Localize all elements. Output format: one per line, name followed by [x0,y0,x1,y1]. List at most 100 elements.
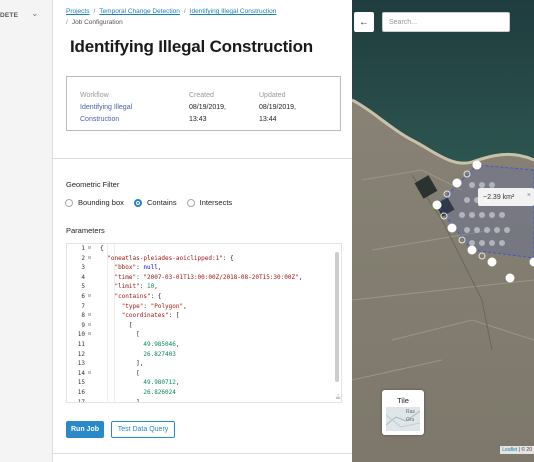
code-lines[interactable]: 1 ⊟{2 ⊟ "oneatlas-pleiades-aoiclipped:1": … [67,244,337,403]
code-line[interactable]: 15 49.980712, [67,378,337,388]
code-line[interactable]: 8 ⊟ "coordinates": [ [67,311,337,321]
section-divider [53,158,352,159]
code-text: 26.827403 [143,350,176,358]
radio-label: Bounding box [78,198,124,207]
code-text: [ [100,369,140,377]
created-header: Created [189,92,214,99]
code-text: 49.985046, [143,340,180,348]
code-line[interactable]: 10 ⊟ [ [67,330,337,340]
breadcrumb-workflow[interactable]: Identifying Illegal Construction [190,8,277,15]
fold-toggle-icon[interactable]: ⊟ [88,330,91,340]
code-line[interactable]: 16 26.826024 [67,388,337,398]
radio-dot[interactable] [186,198,195,207]
project-selector-label[interactable]: DETE [0,12,18,19]
line-number: 8 [81,312,85,320]
code-text: "limit": 10, [114,283,158,291]
code-line[interactable]: 12 26.827403 [67,350,337,360]
editor-scrollbar[interactable] [335,252,339,382]
fold-toggle-icon[interactable]: ⊟ [88,321,91,331]
line-number: 15 [77,379,85,387]
line-number: 4 [81,273,85,281]
thumb-text: Gru [406,417,415,423]
code-line[interactable]: 9 ⊟ [ [67,321,337,331]
fold-toggle-icon[interactable]: ⊟ [88,254,91,264]
tile-label: Tile [397,396,409,405]
satellite-imagery [352,0,534,462]
code-line[interactable]: 2 ⊟ "oneatlas-pleiades-aoiclipped:1": { [67,254,337,264]
line-number: 13 [77,360,85,368]
radio-intersects[interactable]: Intersects [186,198,233,207]
radio-dot[interactable] [65,198,73,207]
parameters-title: Parameters [66,226,105,235]
line-number: 5 [81,283,85,291]
workflow-link-line2[interactable]: Construction [80,114,132,126]
code-text: ], [100,360,144,368]
geometric-filter-options: Bounding box Contains Intersects [65,198,240,209]
code-line[interactable]: 17 ], [67,398,337,403]
area-value: ~2.39 km² [483,193,515,201]
parameters-json-editor[interactable]: 1 ⊟{2 ⊟ "oneatlas-pleiades-aoiclipped:1": … [66,243,342,403]
map-attribution: Leaflet | © 20 [500,446,534,454]
created-time: 13:43 [189,116,207,123]
breadcrumb-separator: / [183,8,186,15]
chevron-down-icon[interactable]: ⌄ [31,8,39,19]
line-number: 6 [81,292,85,300]
back-arrow-icon[interactable]: ← [354,12,374,32]
code-line[interactable]: 4 "time": "2007-03-01T13:00:00Z/2018-08-… [67,273,337,283]
code-text: "contains": { [114,292,162,300]
attribution-text: | © 20 [517,447,532,453]
thumb-text: Ras [406,409,415,415]
bottom-divider [53,453,352,454]
line-number: 12 [77,350,85,358]
line-number: 1 [81,245,85,252]
radio-dot-selected[interactable] [133,198,142,207]
code-text: [ [100,321,133,329]
code-line[interactable]: 11 49.985046, [67,340,337,350]
line-number: 11 [77,340,85,348]
fold-toggle-icon[interactable]: ⊟ [88,292,91,302]
updated-date: 08/19/2019, [259,104,296,111]
leaflet-link[interactable]: Leaflet [502,447,517,453]
workflow-link[interactable]: Identifying Illegal [80,102,132,114]
line-number: 17 [77,398,85,403]
code-line[interactable]: 3 "bbox": null, [67,263,337,273]
code-line[interactable]: 1 ⊟ { [67,244,337,254]
fold-toggle-icon[interactable]: ⊟ [88,369,91,379]
created-date: 08/19/2019, [189,104,226,111]
breadcrumb-separator: / [66,19,68,26]
radio-bounding-box[interactable]: Bounding box [65,198,124,207]
close-icon[interactable]: × [527,192,531,199]
code-text: "type": "Polygon", [121,302,187,310]
code-line[interactable]: 7 "type": "Polygon", [67,302,337,312]
fold-toggle-icon[interactable]: ⊟ [88,244,91,254]
breadcrumb-current: Job Configuration [71,19,123,26]
map-view[interactable]: ← Search... ~2.39 km² × Tile Ras Gru Lea… [352,0,534,462]
geometric-filter-title: Geometric Filter [66,180,120,189]
code-line[interactable]: 13 ], [67,359,337,369]
run-job-button[interactable]: Run Job [66,421,104,438]
radio-contains[interactable]: Contains [133,198,177,207]
resize-handle-icon[interactable]: ≟ [335,394,341,402]
breadcrumb-project[interactable]: Temporal Change Detection [99,8,180,15]
created-info: Created 08/19/2019, 13:43 [189,90,226,126]
tile-thumbnail[interactable]: Ras Gru [386,407,420,431]
test-data-query-button[interactable]: Test Data Query [111,421,175,438]
line-number: 9 [81,321,85,329]
radio-label: Intersects [199,198,233,207]
tile-layer-control[interactable]: Tile Ras Gru [382,390,424,435]
job-info-box: Workflow Identifying Illegal Constructio… [66,76,341,131]
code-text: 49.980712, [143,379,180,387]
code-line[interactable]: 14 ⊟ [ [67,369,337,379]
fold-toggle-icon[interactable]: ⊟ [88,311,91,321]
workflow-header: Workflow [80,92,109,99]
map-search-input[interactable]: Search... [382,12,510,32]
code-text: "bbox": null, [114,264,162,272]
breadcrumb-projects[interactable]: Projects [66,8,89,15]
code-line[interactable]: 6 ⊟ "contains": { [67,292,337,302]
code-text: 26.826024 [143,388,176,396]
page-title: Identifying Illegal Construction [70,37,313,56]
area-measurement-tooltip: ~2.39 km² × [478,188,534,206]
radio-label: Contains [146,198,177,207]
code-text: "oneatlas-pleiades-aoiclipped:1": { [107,254,234,262]
code-line[interactable]: 5 "limit": 10, [67,282,337,292]
